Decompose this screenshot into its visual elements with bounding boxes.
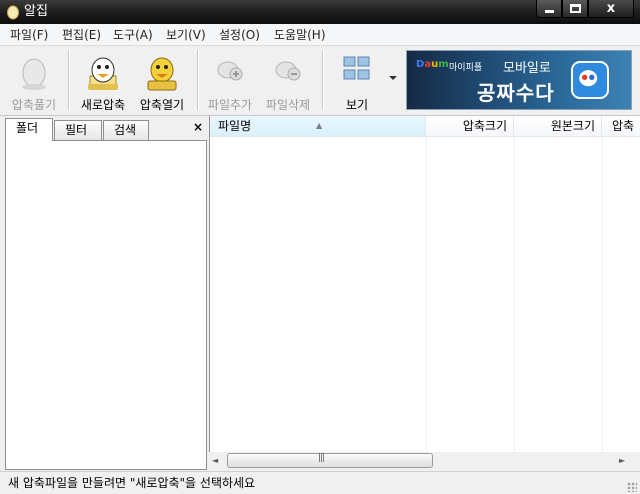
extract-egg-icon bbox=[22, 58, 46, 90]
toolbar-separator bbox=[68, 50, 70, 110]
open-archive-button[interactable]: 압축열기 bbox=[134, 50, 190, 112]
open-archive-label: 압축열기 bbox=[139, 98, 185, 112]
close-icon: x bbox=[606, 1, 616, 16]
maximize-icon bbox=[570, 4, 581, 13]
view-dropdown-arrow-icon[interactable] bbox=[389, 76, 397, 80]
horizontal-scrollbar[interactable]: ◄ ||| ► bbox=[209, 452, 640, 470]
toolbar-separator bbox=[197, 50, 199, 110]
file-list[interactable]: 파일명 ▲ 압축크기 원본크기 압축 bbox=[209, 116, 640, 470]
resize-grip-icon[interactable] bbox=[627, 482, 637, 492]
extract-label: 압축풀기 bbox=[11, 98, 57, 112]
menu-edit[interactable]: 편집(E) bbox=[62, 27, 101, 43]
delete-file-button[interactable]: 파일삭제 bbox=[260, 50, 316, 112]
column-header-original-size[interactable]: 원본크기 bbox=[514, 116, 602, 137]
tab-folder[interactable]: 폴더 bbox=[5, 118, 53, 141]
ad-line1: 모바일로 bbox=[503, 61, 551, 76]
menu-tools[interactable]: 도구(A) bbox=[113, 27, 153, 43]
delete-file-icon bbox=[275, 61, 301, 81]
toolbar-separator bbox=[322, 50, 324, 110]
new-archive-penguin-icon bbox=[88, 57, 118, 90]
scroll-right-icon[interactable]: ► bbox=[619, 456, 625, 465]
column-gridline bbox=[602, 137, 603, 452]
column-gridline bbox=[426, 137, 427, 452]
ad-brand-sub: 마이피플 bbox=[449, 63, 483, 73]
minimize-button[interactable] bbox=[536, 0, 562, 18]
title-bar: 알집 x bbox=[0, 0, 640, 24]
open-archive-penguin-icon bbox=[147, 57, 177, 91]
maximize-button[interactable] bbox=[562, 0, 588, 18]
tab-search[interactable]: 검색 bbox=[103, 120, 149, 140]
menu-settings[interactable]: 설정(O) bbox=[219, 27, 260, 43]
extract-button[interactable]: 압축풀기 bbox=[4, 50, 64, 112]
new-archive-label: 새로압축 bbox=[80, 98, 126, 112]
column-header-ratio[interactable]: 압축 bbox=[602, 116, 640, 137]
mypeople-chat-icon bbox=[571, 61, 609, 99]
menu-file[interactable]: 파일(F) bbox=[10, 27, 48, 43]
scroll-grip-icon: ||| bbox=[318, 453, 325, 463]
folder-tree[interactable] bbox=[5, 140, 207, 470]
add-file-label: 파일추가 bbox=[207, 98, 253, 112]
ad-line2: 공짜수다 bbox=[477, 81, 555, 105]
add-file-button[interactable]: 파일추가 bbox=[202, 50, 258, 112]
alzip-egg-icon bbox=[7, 5, 19, 20]
window-title: 알집 bbox=[24, 4, 48, 19]
column-header-compressed-size[interactable]: 압축크기 bbox=[426, 116, 514, 137]
app-window: 알집 x 파일(F) 편집(E) 도구(A) 보기(V) 설정(O) 도움말(H… bbox=[0, 0, 640, 494]
view-grid-icon bbox=[343, 56, 370, 80]
menu-view[interactable]: 보기(V) bbox=[166, 27, 206, 43]
scroll-left-icon[interactable]: ◄ bbox=[212, 456, 218, 465]
column-header-filename[interactable]: 파일명 ▲ bbox=[210, 116, 426, 137]
delete-file-label: 파일삭제 bbox=[265, 98, 311, 112]
status-bar: 새 압축파일을 만들려면 "새로압축"을 선택하세요 bbox=[0, 471, 640, 494]
daum-logo: Daum bbox=[416, 59, 449, 70]
status-text: 새 압축파일을 만들려면 "새로압축"을 선택하세요 bbox=[8, 476, 256, 490]
menu-help[interactable]: 도움말(H) bbox=[274, 27, 326, 43]
add-file-icon bbox=[217, 61, 243, 81]
menu-bar: 파일(F) 편집(E) 도구(A) 보기(V) 설정(O) 도움말(H) bbox=[0, 24, 640, 46]
view-label: 보기 bbox=[345, 98, 369, 112]
column-filename-label: 파일명 bbox=[218, 119, 252, 133]
column-gridline bbox=[514, 137, 515, 452]
panel-close-icon[interactable]: × bbox=[192, 120, 204, 134]
sort-ascending-icon: ▲ bbox=[316, 121, 323, 130]
left-panel: 폴더 필터 검색 × bbox=[5, 118, 207, 470]
new-archive-button[interactable]: 새로압축 bbox=[74, 50, 132, 112]
scroll-thumb[interactable]: ||| bbox=[227, 453, 433, 468]
close-button[interactable]: x bbox=[588, 0, 634, 18]
ad-banner[interactable]: Daum 마이피플 모바일로 공짜수다 bbox=[406, 50, 632, 110]
minimize-icon bbox=[545, 10, 554, 13]
tab-filter[interactable]: 필터 bbox=[54, 120, 102, 140]
view-button[interactable]: 보기 bbox=[330, 50, 384, 112]
